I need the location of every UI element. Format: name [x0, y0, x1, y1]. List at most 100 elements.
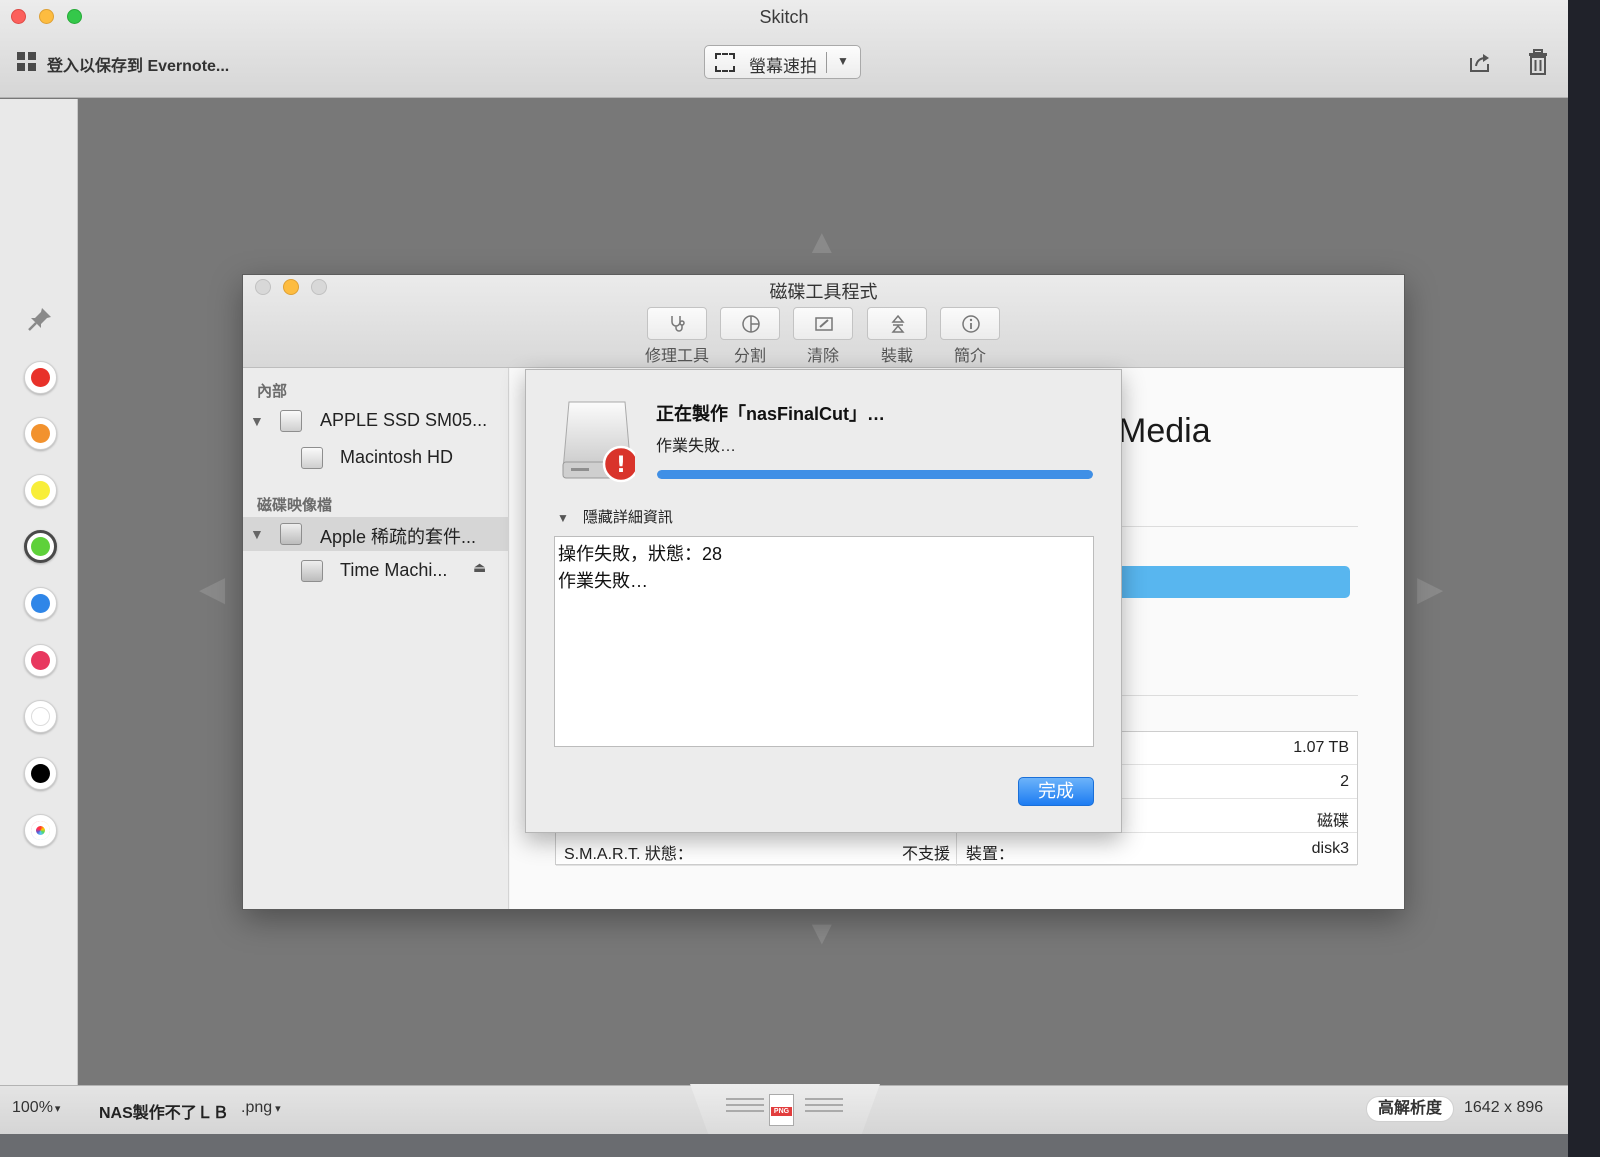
color-swatch-fill — [31, 424, 50, 443]
png-file-icon: PNG — [769, 1094, 794, 1126]
pin-icon[interactable] — [26, 305, 54, 333]
screen-snap-button[interactable]: 螢幕速拍 ▼ — [704, 45, 861, 79]
share-icon[interactable] — [1468, 50, 1492, 74]
disclosure-triangle-icon[interactable]: ▼ — [250, 413, 264, 429]
mount-icon — [891, 314, 905, 333]
hard-disk-icon — [301, 447, 323, 469]
drag-out-handle[interactable]: PNG — [690, 1084, 880, 1134]
operation-title: 正在製作「nasFinalCut」… — [656, 404, 886, 424]
color-swatch-red[interactable] — [24, 361, 57, 394]
erase-button[interactable] — [793, 307, 853, 340]
first-aid-label: 修理工具 — [644, 348, 709, 365]
device-value: disk3 — [1311, 840, 1349, 857]
disk-image-icon — [301, 560, 323, 582]
done-button[interactable]: 完成 — [1018, 777, 1094, 806]
disclosure-triangle-icon[interactable]: ▼ — [250, 526, 264, 542]
log-line: 操作失敗，狀態：28 — [558, 544, 723, 564]
device-label: 裝置： — [966, 846, 1015, 863]
volume-title: Media — [1118, 412, 1211, 450]
color-swatch-fill — [31, 594, 50, 613]
hide-details-toggle[interactable]: ▼ 隱藏詳細資訊 — [557, 506, 673, 527]
trash-icon[interactable] — [1528, 49, 1548, 75]
crop-frame-icon — [715, 53, 735, 72]
progress-fill — [657, 470, 1093, 479]
child-count-value: 2 — [1340, 773, 1349, 790]
evernote-login-link[interactable]: 登入以保存到 Evernote... — [47, 52, 229, 76]
sidebar-item-label: Time Machi... — [340, 560, 448, 580]
arrow-right-icon: ▶ — [1417, 570, 1444, 608]
color-swatch-orange[interactable] — [24, 417, 57, 450]
disk-image-icon — [280, 523, 302, 545]
mount-button[interactable] — [867, 307, 927, 340]
disk-utility-sidebar: 內部 ▼ APPLE SSD SM05... Macintosh HD 磁碟映像… — [243, 368, 509, 909]
titlebar: Skitch 登入以保存到 Evernote... 螢幕速拍 ▼ — [0, 0, 1568, 98]
hide-details-label: 隱藏詳細資訊 — [582, 509, 673, 526]
sidebar-item-label: Apple 稀疏的套件... — [320, 527, 477, 547]
first-aid-button[interactable] — [647, 307, 707, 340]
grid-icon[interactable] — [17, 52, 37, 72]
mount-label: 裝載 — [880, 348, 913, 365]
external-disk-alert-icon: ! — [562, 401, 635, 483]
info-label: 簡介 — [953, 348, 986, 365]
capacity-value: 1.07 TB — [1293, 739, 1349, 756]
desktop-background — [1568, 0, 1600, 1157]
sidebar-item-label: APPLE SSD SM05... — [320, 410, 488, 430]
info-button[interactable] — [940, 307, 1000, 340]
color-swatch-black[interactable] — [24, 757, 57, 790]
filename-field[interactable]: NAS製作不了ＬＢ — [99, 1099, 229, 1123]
sidebar-item-apple-ssd[interactable]: ▼ APPLE SSD SM05... — [243, 404, 509, 438]
chevron-down-icon: ▾ — [275, 1103, 281, 1115]
disk-utility-toolbar: 磁碟工具程式 修理工具 分割 清除 裝載 簡介 — [243, 275, 1404, 368]
color-swatch-yellow[interactable] — [24, 474, 57, 507]
color-swatch-pink[interactable] — [24, 644, 57, 677]
sidebar-header-disk-images: 磁碟映像檔 — [257, 497, 333, 514]
color-swatch-custom-wheel[interactable] — [24, 814, 57, 847]
sidebar-item-time-machine[interactable]: Time Machi... ⏏ — [243, 554, 509, 588]
info-icon — [962, 315, 980, 333]
color-swatch-fill — [31, 764, 50, 783]
format-badge: PNG — [771, 1107, 792, 1116]
operation-status: 作業失敗… — [656, 438, 737, 455]
color-swatch-fill — [31, 368, 50, 387]
window-title: Skitch — [759, 7, 809, 27]
color-swatch-blue[interactable] — [24, 587, 57, 620]
erase-label: 清除 — [806, 348, 839, 365]
sidebar-item-label: Macintosh HD — [340, 447, 454, 467]
chevron-down-icon: ▾ — [54, 1103, 61, 1115]
image-dimensions: 1642 x 896 — [1464, 1099, 1544, 1116]
chevron-down-icon[interactable]: ▼ — [837, 54, 849, 68]
arrow-down-icon: ▼ — [805, 914, 839, 952]
arrow-up-icon: ▲ — [805, 223, 839, 261]
erase-icon — [815, 317, 833, 331]
partition-label: 分割 — [733, 348, 766, 365]
divider — [1090, 695, 1358, 696]
divider — [1090, 526, 1358, 527]
sidebar-header-internal: 內部 — [257, 383, 288, 400]
details-log[interactable]: 操作失敗，狀態：28 作業失敗… — [554, 536, 1094, 747]
log-line: 作業失敗… — [558, 571, 648, 591]
error-sheet: ! 正在製作「nasFinalCut」… 作業失敗… ▼ 隱藏詳細資訊 操作失敗，… — [525, 369, 1122, 833]
hard-disk-icon — [280, 410, 302, 432]
color-swatch-green[interactable] — [24, 530, 57, 563]
color-swatch-fill — [31, 651, 50, 670]
color-swatch-white[interactable] — [24, 700, 57, 733]
hires-toggle[interactable]: 高解析度 — [1366, 1096, 1455, 1122]
extension-dropdown[interactable]: .png ▾ — [241, 1099, 281, 1117]
status-bar: 100% ▾ NAS製作不了ＬＢ .png ▾ PNG 高解析度 1642 x 89… — [0, 1084, 1568, 1134]
disclosure-triangle-icon: ▼ — [557, 511, 569, 525]
capacity-bar — [1090, 566, 1350, 598]
color-swatch-fill — [31, 707, 50, 726]
color-swatch-fill — [31, 537, 50, 556]
sidebar-item-sparse-bundle[interactable]: ▼ Apple 稀疏的套件... — [243, 517, 509, 551]
screen-snap-label: 螢幕速拍 — [749, 57, 817, 76]
partition-button[interactable] — [720, 307, 780, 340]
eject-icon[interactable]: ⏏ — [473, 559, 486, 576]
desktop-background-bottom — [0, 1134, 1568, 1157]
snap-separator — [826, 52, 827, 73]
type-value: 磁碟 — [1316, 813, 1349, 830]
zoom-value: 100% — [12, 1099, 53, 1116]
sidebar-item-macintosh-hd[interactable]: Macintosh HD — [243, 441, 509, 475]
zoom-dropdown[interactable]: 100% ▾ — [12, 1099, 60, 1117]
smart-value: 不支援 — [902, 846, 951, 863]
progress-bar — [657, 470, 1093, 479]
